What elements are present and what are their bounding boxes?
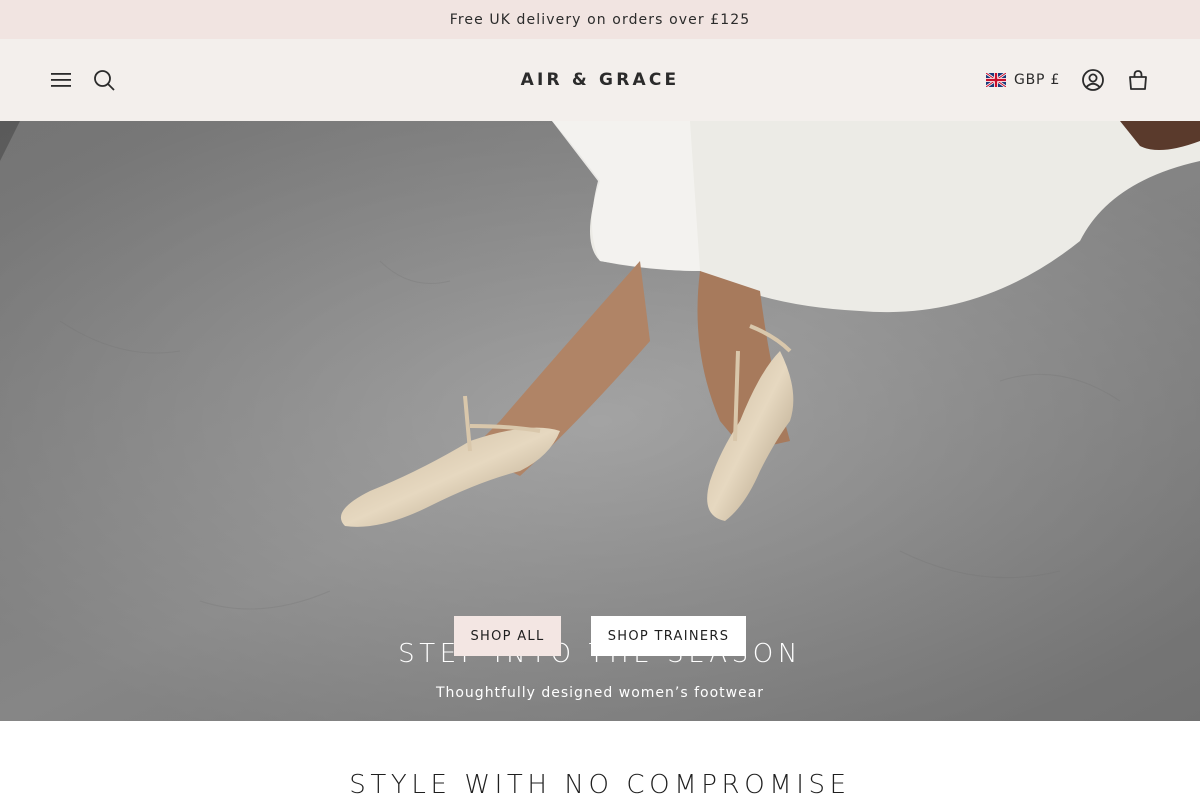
search-button[interactable] (82, 39, 126, 121)
announcement-bar: Free UK delivery on orders over £125 (0, 0, 1200, 39)
logo-link[interactable]: AIR & GRACE (521, 70, 680, 90)
currency-selector[interactable]: GBP £ (986, 39, 1060, 121)
account-button[interactable] (1071, 39, 1115, 121)
account-icon (1082, 69, 1104, 91)
shop-all-button[interactable]: SHOP ALL (454, 616, 561, 656)
currency-label: GBP £ (1014, 72, 1061, 88)
shop-trainers-button[interactable]: SHOP TRAINERS (591, 616, 746, 656)
site-header: AIR & GRACE GBP £ (0, 39, 1200, 121)
hamburger-menu-icon (51, 73, 71, 87)
announcement-text: Free UK delivery on orders over £125 (449, 11, 751, 28)
menu-button[interactable] (39, 39, 83, 121)
shopping-bag-icon (1129, 70, 1147, 90)
cart-button[interactable] (1116, 39, 1160, 121)
uk-flag-icon (986, 73, 1006, 87)
search-icon (94, 70, 115, 91)
section-title: STYLE WITH NO COMPROMISE (349, 770, 851, 800)
hero-subtitle: Thoughtfully designed women’s footwear (435, 685, 765, 701)
